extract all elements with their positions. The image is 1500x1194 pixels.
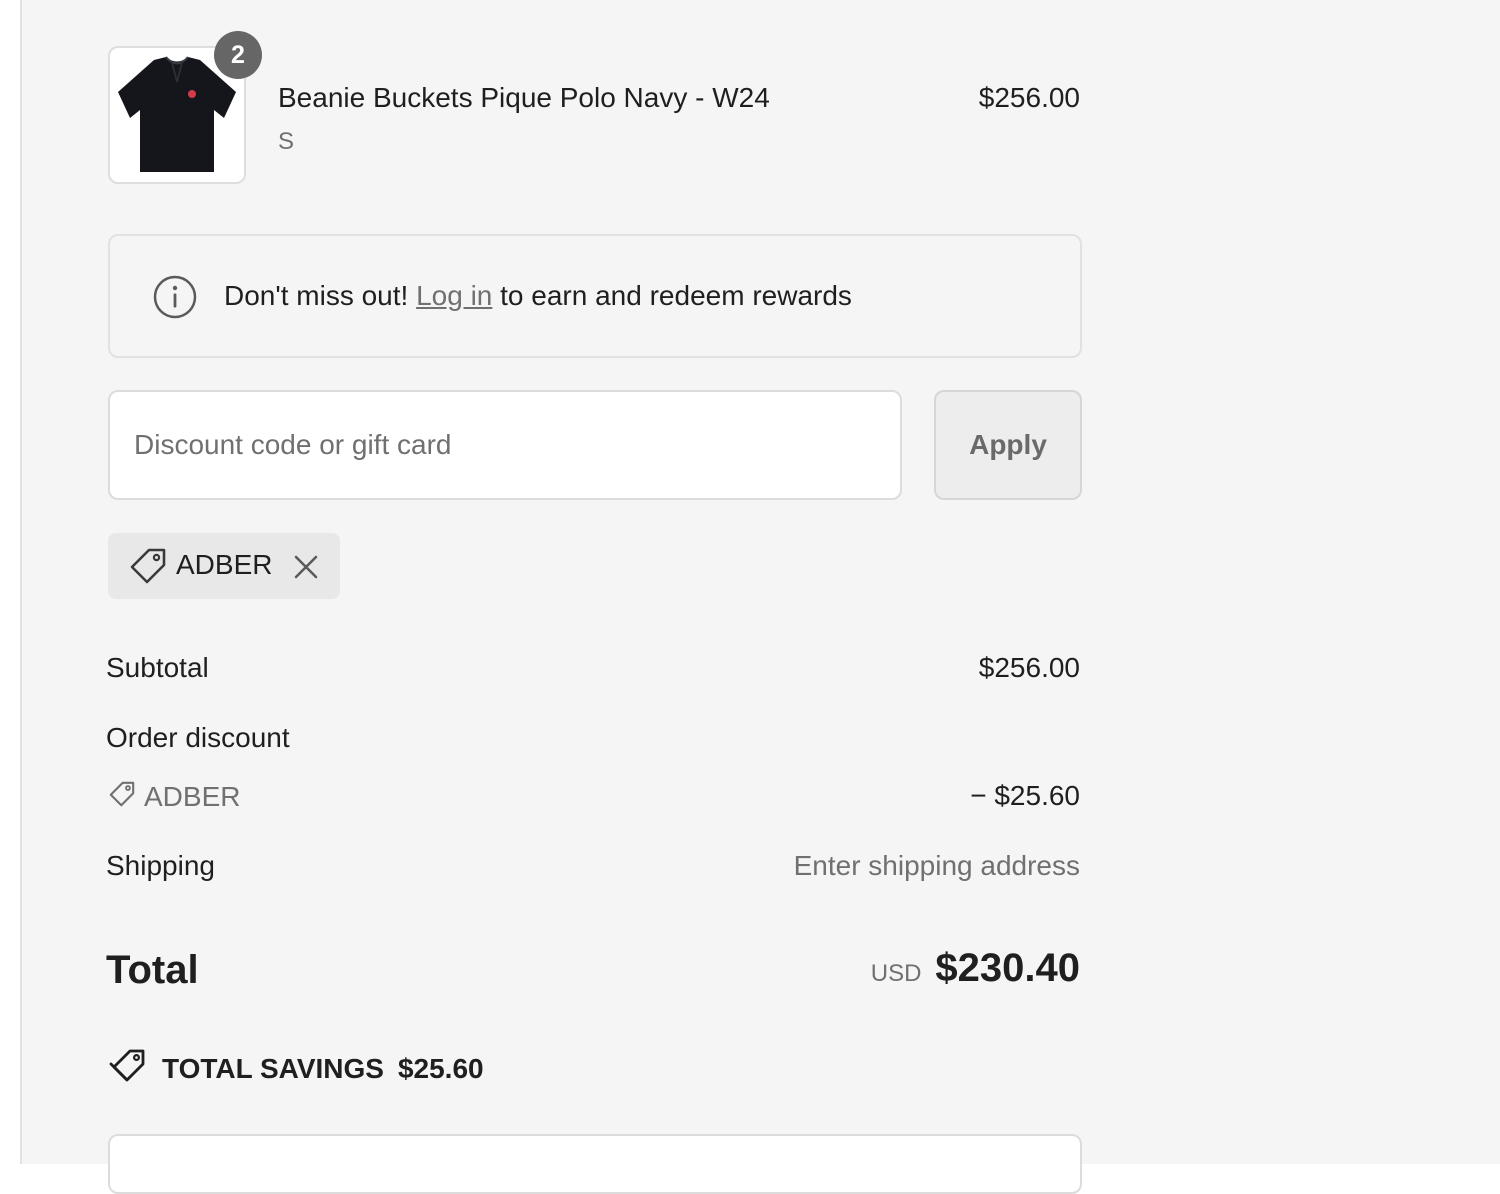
subtotal-value: $256.00 [978,652,1080,683]
total-value: USD $230.40 [871,946,1080,991]
subtotal-label: Subtotal [106,652,209,683]
apply-button[interactable]: Apply [934,390,1082,500]
rewards-banner: Don't miss out! Log in to earn and redee… [108,234,1082,358]
product-variant: S [278,128,295,155]
total-savings-value: $25.60 [397,1053,484,1084]
order-discount-label: Order discount [106,722,290,753]
close-icon[interactable] [290,551,322,583]
total-amount: $230.40 [935,946,1080,990]
discount-code-input[interactable] [108,390,902,500]
total-savings: TOTAL SAVINGS $25.60 [108,1048,484,1085]
applied-code-label: ADBER [176,549,273,580]
tag-icon [109,781,135,807]
tags-icon [109,1049,145,1082]
rewards-suffix: to earn and redeem rewards [500,280,852,311]
order-summary-panel: 2 Beanie Buckets Pique Polo Navy - W24 S… [20,0,1500,1194]
product-name: Beanie Buckets Pique Polo Navy - W24 [278,82,770,113]
rewards-message: Don't miss out! Log in to earn and redee… [224,280,852,312]
tag-icon [130,548,166,584]
quantity-badge: 2 [214,31,262,79]
order-discount-value: − $25.60 [970,780,1080,811]
order-discount-code: ADBER [108,780,240,813]
product-price: $256.00 [978,82,1080,113]
rewards-prefix: Don't miss out! [224,280,409,311]
total-savings-label: TOTAL SAVINGS [162,1053,384,1084]
total-label: Total [106,948,199,992]
next-section-card [108,1134,1082,1194]
order-discount-code-label: ADBER [144,781,241,812]
total-currency: USD [870,960,922,987]
login-link[interactable]: Log in [416,280,492,311]
shipping-value: Enter shipping address [793,850,1080,881]
info-icon [153,275,197,319]
applied-discount-chip: ADBER [108,533,340,599]
shipping-label: Shipping [106,850,215,881]
